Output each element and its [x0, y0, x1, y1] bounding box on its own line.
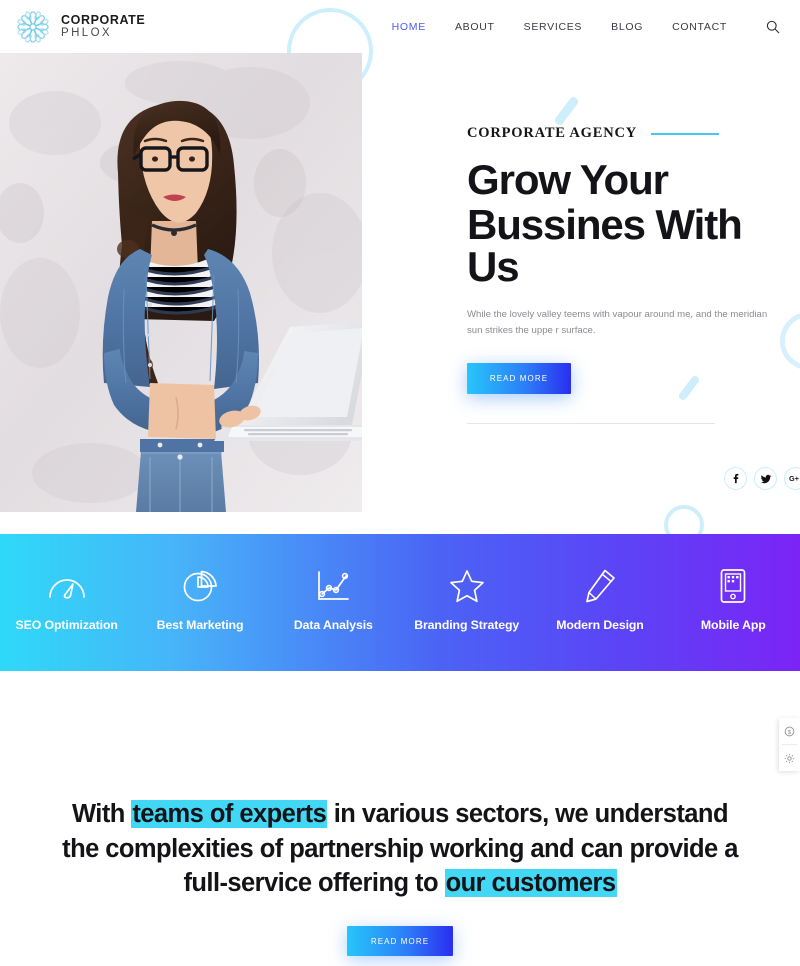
- hero-title-line1: Grow Your: [467, 156, 669, 203]
- service-item-seo-optimization[interactable]: SEO Optimization: [0, 534, 133, 632]
- currency-icon: $: [784, 726, 795, 736]
- floating-side-widget: $: [779, 718, 800, 771]
- eyebrow-underline: [651, 132, 720, 135]
- nav-item-about[interactable]: ABOUT: [455, 21, 495, 33]
- settings-button[interactable]: [779, 745, 800, 771]
- tablet-icon: [718, 568, 748, 604]
- hero-eyebrow-row: CORPORATE AGENCY: [467, 125, 787, 142]
- nav-item-contact[interactable]: CONTACT: [672, 21, 727, 33]
- hero-section: CORPORATE AGENCY Grow Your Bussines With…: [0, 53, 800, 534]
- service-label: SEO Optimization: [15, 618, 118, 632]
- service-item-mobile-app[interactable]: Mobile App: [667, 534, 800, 632]
- line-graph-icon: [315, 568, 351, 604]
- nav-item-blog[interactable]: BLOG: [611, 21, 643, 33]
- service-label: Branding Strategy: [414, 618, 520, 632]
- pie-chart-icon: [182, 568, 218, 604]
- page-title: Grow Your Bussines With Us: [467, 159, 787, 288]
- logo-text: CORPORATE PHLOX: [61, 12, 146, 40]
- service-item-branding-strategy[interactable]: Branding Strategy: [400, 534, 533, 632]
- hero-read-more-button[interactable]: READ MORE: [467, 363, 571, 395]
- hero-content: CORPORATE AGENCY Grow Your Bussines With…: [467, 125, 787, 395]
- logo-subtitle: PHLOX: [61, 27, 112, 40]
- star-icon: [449, 568, 485, 604]
- pencil-icon: [583, 568, 617, 604]
- service-item-modern-design[interactable]: Modern Design: [533, 534, 666, 632]
- twitter-icon: [760, 474, 771, 483]
- hero-divider: [467, 423, 715, 424]
- search-button[interactable]: [764, 18, 782, 36]
- site-header: CORPORATE PHLOX HOME ABOUT SERVICES BLOG…: [0, 0, 800, 53]
- social-links: G+: [724, 467, 800, 490]
- service-item-best-marketing[interactable]: Best Marketing: [133, 534, 266, 632]
- settings-gear-icon: [784, 753, 795, 763]
- social-link-twitter[interactable]: [754, 467, 777, 490]
- logo[interactable]: CORPORATE PHLOX: [14, 8, 145, 46]
- social-link-facebook[interactable]: [724, 467, 747, 490]
- cta-highlight-1: teams of experts: [131, 800, 328, 828]
- services-bar: SEO Optimization Best Marketing Data Ana…: [0, 534, 800, 671]
- nav-item-home[interactable]: HOME: [392, 21, 426, 33]
- hero-subtitle: While the lovely valley teems with vapou…: [467, 309, 768, 336]
- social-link-google-plus[interactable]: G+: [784, 467, 800, 490]
- hero-image: [0, 53, 362, 512]
- svg-text:G+: G+: [789, 474, 799, 483]
- google-plus-icon: G+: [789, 474, 799, 483]
- service-label: Mobile App: [700, 618, 766, 632]
- hero-eyebrow: CORPORATE AGENCY: [467, 125, 638, 141]
- cta-heading: With teams of experts in various sectors…: [0, 797, 800, 901]
- currency-switcher-button[interactable]: $: [779, 718, 800, 744]
- service-label: Data Analysis: [293, 618, 373, 632]
- search-icon: [766, 20, 780, 33]
- cta-read-more-button[interactable]: READ MORE: [347, 926, 453, 956]
- cta-text-part1: With: [72, 800, 132, 828]
- main-navigation: HOME ABOUT SERVICES BLOG CONTACT: [392, 18, 782, 36]
- facebook-icon: [733, 473, 739, 484]
- cta-section: With teams of experts in various sectors…: [0, 671, 800, 966]
- service-item-data-analysis[interactable]: Data Analysis: [267, 534, 400, 632]
- service-label: Modern Design: [556, 618, 644, 632]
- speedometer-icon: [47, 568, 87, 604]
- cta-highlight-2: our customers: [444, 869, 617, 898]
- svg-text:$: $: [788, 729, 792, 735]
- logo-title: CORPORATE: [61, 12, 146, 27]
- service-label: Best Marketing: [156, 618, 244, 632]
- nav-item-services[interactable]: SERVICES: [524, 21, 583, 33]
- hero-title-line2: Bussines With Us: [467, 201, 743, 290]
- mandala-flower-logo-icon: [17, 10, 49, 43]
